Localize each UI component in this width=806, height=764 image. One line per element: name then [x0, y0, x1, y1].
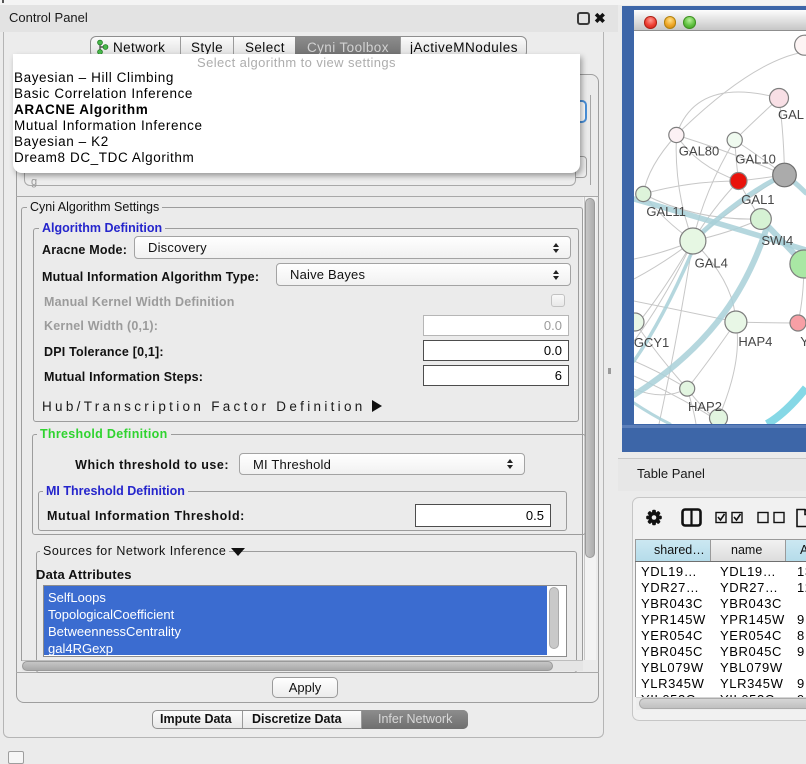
svg-text:Y: Y: [800, 334, 806, 349]
svg-text:GAL1: GAL1: [741, 192, 774, 207]
svg-text:GAL11: GAL11: [646, 204, 686, 219]
svg-text:GAL: GAL: [778, 107, 804, 122]
svg-text:GCY1: GCY1: [634, 335, 669, 350]
svg-text:GAL4: GAL4: [695, 256, 728, 271]
svg-text:SWI4: SWI4: [761, 233, 793, 248]
svg-text:GAL10: GAL10: [735, 152, 775, 167]
svg-text:HAP2: HAP2: [688, 399, 722, 414]
svg-text:HAP4: HAP4: [738, 334, 772, 349]
svg-text:GAL80: GAL80: [679, 143, 719, 158]
